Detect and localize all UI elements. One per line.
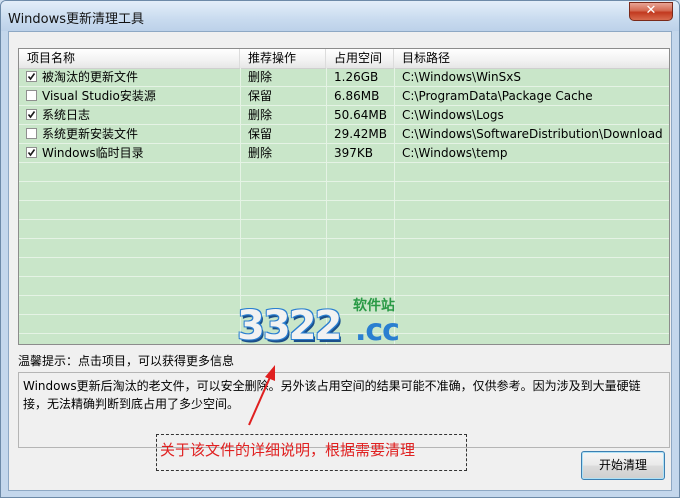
item-action: 保留 <box>248 127 273 141</box>
item-checkbox[interactable] <box>26 109 37 120</box>
item-path: C:\Windows\SoftwareDistribution\Download <box>402 127 663 141</box>
list-item[interactable]: Windows临时目录 删除 397KB C:\Windows\temp <box>19 144 669 163</box>
item-action: 删除 <box>248 146 273 160</box>
checkmark-icon <box>27 149 36 157</box>
item-action: 删除 <box>248 108 273 122</box>
item-path: C:\Windows\WinSxS <box>402 70 521 84</box>
item-name: 系统更新安装文件 <box>42 127 139 141</box>
item-checkbox[interactable] <box>26 128 37 139</box>
column-header-path[interactable]: 目标路径 <box>394 49 669 68</box>
grid-line <box>19 238 669 239</box>
item-size: 29.42MB <box>334 127 387 141</box>
close-button[interactable]: ✕ <box>629 2 673 21</box>
start-cleanup-button[interactable]: 开始清理 <box>581 451 665 480</box>
item-name: Windows临时目录 <box>42 146 144 160</box>
item-size: 50.64MB <box>334 108 387 122</box>
list-item[interactable]: 被淘汰的更新文件 删除 1.26GB C:\Windows\WinSxS <box>19 68 669 87</box>
item-path: C:\Windows\Logs <box>402 108 504 122</box>
annotation-arrow-icon <box>248 365 275 426</box>
client-area: 项目名称 推荐操作 占用空间 目标路径 被淘汰的更新文件 删除 1.26GB C:\W… <box>8 31 672 491</box>
grid-line <box>19 257 669 258</box>
list-header: 项目名称 推荐操作 占用空间 目标路径 <box>19 49 669 69</box>
item-name: Visual Studio安装源 <box>42 89 156 103</box>
title-bar[interactable]: Windows更新清理工具 ✕ <box>1 1 679 31</box>
item-checkbox[interactable] <box>26 71 37 82</box>
hint-text: 温馨提示：点击项目，可以获得更多信息 <box>18 354 235 368</box>
watermark-cc: .cc <box>355 313 400 348</box>
column-header-name[interactable]: 项目名称 <box>19 49 240 68</box>
column-header-action[interactable]: 推荐操作 <box>240 49 326 68</box>
item-size: 397KB <box>334 146 374 160</box>
app-window: Windows更新清理工具 ✕ 项目名称 推荐操作 占用空间 目标路径 被淘汰的… <box>0 0 680 498</box>
annotation-text: 关于该文件的详细说明，根据需要清理 <box>160 441 416 459</box>
list-item[interactable]: Visual Studio安装源 保留 6.86MB C:\ProgramData\P… <box>19 87 669 106</box>
description-text: Windows更新后淘汰的老文件，可以安全删除。另外该占用空间的结果可能不准确，… <box>23 379 641 411</box>
grid-line <box>19 276 669 277</box>
list-item[interactable]: 系统更新安装文件 保留 29.42MB C:\Windows\SoftwareDist… <box>19 125 669 144</box>
item-action: 保留 <box>248 89 273 103</box>
item-checkbox[interactable] <box>26 90 37 101</box>
item-action: 删除 <box>248 70 273 84</box>
grid-line <box>19 219 669 220</box>
item-path: C:\Windows\temp <box>402 146 508 160</box>
checkmark-icon <box>27 73 36 81</box>
window-title: Windows更新清理工具 <box>8 12 145 27</box>
item-size: 1.26GB <box>334 70 379 84</box>
item-path: C:\ProgramData\Package Cache <box>402 89 593 103</box>
column-header-size[interactable]: 占用空间 <box>326 49 394 68</box>
grid-line <box>19 200 669 201</box>
item-checkbox[interactable] <box>26 147 37 158</box>
watermark-logo: 3322 软件站 .cc <box>237 291 437 351</box>
close-icon: ✕ <box>645 3 657 18</box>
checkmark-icon <box>27 111 36 119</box>
item-size: 6.86MB <box>334 89 380 103</box>
item-name: 系统日志 <box>42 108 91 122</box>
watermark-sub: 软件站 <box>353 298 395 314</box>
watermark-main: 3322 <box>237 303 342 349</box>
item-name: 被淘汰的更新文件 <box>42 70 139 84</box>
list-item[interactable]: 系统日志 删除 50.64MB C:\Windows\Logs <box>19 106 669 125</box>
grid-line <box>19 181 669 182</box>
